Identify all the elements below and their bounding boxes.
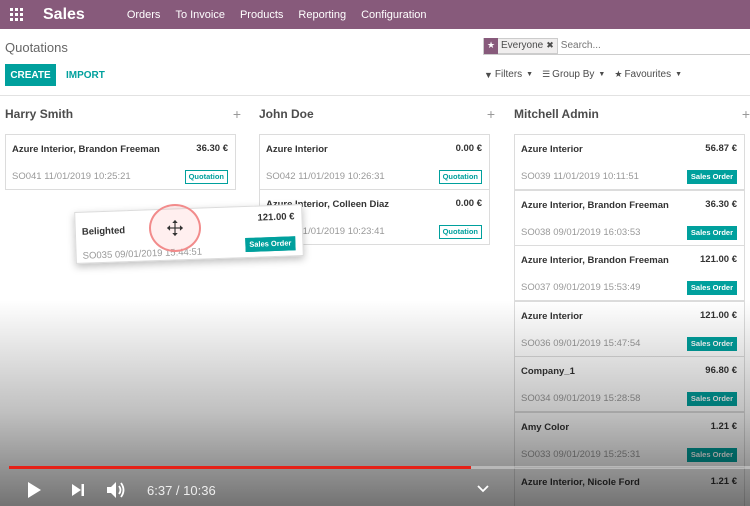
click-highlight [149, 204, 201, 252]
card-customer: Azure Interior [266, 144, 328, 155]
card-amount: 96.80 € [705, 365, 737, 376]
card-customer: Company_1 [521, 366, 575, 377]
volume-icon[interactable] [105, 479, 127, 501]
card-amount: 121.00 € [257, 211, 295, 224]
kanban-column-john-doe: John Doe + [259, 96, 495, 132]
plus-icon[interactable]: + [233, 106, 241, 122]
menu-products[interactable]: Products [240, 9, 283, 21]
column-title: John Doe [259, 107, 314, 121]
plus-icon[interactable]: + [742, 106, 750, 122]
status-badge: Quotation [438, 170, 482, 184]
star-icon: ★ [484, 37, 498, 54]
filter-icon: ▼ [484, 69, 493, 80]
card-reference: SO037 09/01/2019 15:53:49 [521, 282, 641, 293]
menu-to-invoice[interactable]: To Invoice [175, 9, 225, 21]
top-navbar: Sales Orders To Invoice Products Reporti… [0, 0, 750, 29]
card-reference: SO038 09/01/2019 16:03:53 [521, 227, 641, 238]
import-button[interactable]: IMPORT [66, 64, 105, 86]
plus-icon[interactable]: + [487, 106, 495, 122]
menu-reporting[interactable]: Reporting [298, 9, 346, 21]
card-amount: 121.00 € [700, 310, 737, 321]
card-reference: SO034 09/01/2019 15:28:58 [521, 393, 641, 404]
column-title: Harry Smith [5, 107, 74, 121]
card-reference: SO036 09/01/2019 15:47:54 [521, 338, 641, 349]
card-reference: SO039 11/01/2019 10:11:51 [521, 171, 639, 182]
search-input[interactable] [560, 40, 711, 51]
favourites-label: Favourites [624, 69, 672, 80]
create-button[interactable]: CREATE [5, 64, 56, 86]
card-customer: Azure Interior, Brandon Freeman [521, 200, 669, 211]
apps-grid-icon[interactable] [4, 3, 28, 27]
filters-dropdown[interactable]: ▼ Filters ▼ [484, 69, 533, 80]
groupby-dropdown[interactable]: ☰ Group By ▼ [542, 69, 605, 80]
kanban-card[interactable]: Azure Interior 121.00 € SO036 09/01/2019… [514, 301, 745, 357]
menu-orders[interactable]: Orders [127, 9, 161, 21]
play-icon[interactable] [23, 479, 45, 501]
app-brand[interactable]: Sales [43, 6, 85, 24]
status-badge: Quotation [184, 170, 228, 184]
status-badge: Sales Order [686, 448, 737, 462]
status-badge: Sales Order [686, 226, 737, 240]
filters-label: Filters [494, 69, 523, 80]
chevron-down-icon[interactable] [477, 480, 489, 498]
caret-down-icon: ▼ [598, 71, 606, 78]
move-cursor-icon [166, 219, 184, 237]
card-amount: 36.30 € [705, 199, 737, 210]
column-header: Mitchell Admin + [514, 96, 750, 132]
video-progress-bar[interactable] [9, 466, 750, 469]
card-amount: 0.00 € [455, 198, 482, 209]
menu-configuration[interactable]: Configuration [361, 9, 426, 21]
list-icon: ☰ [542, 69, 551, 79]
card-reference: SO041 11/01/2019 10:25:21 [12, 171, 131, 182]
kanban-column-harry-smith: Harry Smith + [5, 96, 241, 132]
remove-facet-icon[interactable]: ✖ [546, 40, 557, 51]
card-customer: Azure Interior [521, 311, 583, 322]
video-time: 6:37 / 10:36 [147, 482, 216, 498]
video-progress-fill [9, 466, 472, 469]
caret-down-icon: ▼ [526, 71, 534, 78]
status-badge: Sales Order [686, 170, 737, 184]
card-customer: Azure Interior, Brandon Freeman [12, 144, 160, 155]
kanban-card[interactable]: Azure Interior 56.87 € SO039 11/01/2019 … [514, 134, 745, 190]
caret-down-icon: ▼ [675, 71, 683, 78]
kanban-card[interactable]: Azure Interior 0.00 € SO042 11/01/2019 1… [259, 134, 490, 190]
card-amount: 0.00 € [455, 143, 482, 154]
kanban-card[interactable]: Amy Color 1.21 € SO033 09/01/2019 15:25:… [514, 412, 745, 468]
search-box[interactable]: ★ Everyone ✖ [483, 37, 750, 55]
column-header: John Doe + [259, 96, 495, 132]
card-customer: Azure Interior [521, 144, 583, 155]
card-amount: 121.00 € [700, 254, 737, 265]
status-badge: Sales Order [686, 337, 737, 351]
kanban-card[interactable]: Azure Interior, Brandon Freeman 36.30 € … [514, 190, 745, 246]
card-reference: SO042 11/01/2019 10:26:31 [266, 171, 385, 182]
card-amount: 1.21 € [710, 421, 737, 432]
card-customer: Azure Interior, Brandon Freeman [521, 255, 669, 266]
video-controls: 6:37 / 10:36 [0, 474, 750, 506]
card-amount: 36.30 € [196, 143, 228, 154]
kanban-card[interactable]: Azure Interior, Brandon Freeman 36.30 € … [5, 134, 236, 190]
facet-label: Everyone [501, 40, 544, 51]
kanban-column-mitchell-admin: Mitchell Admin + [514, 96, 750, 132]
next-icon[interactable] [67, 479, 89, 501]
status-badge: Sales Order [686, 281, 737, 295]
column-title: Mitchell Admin [514, 107, 599, 121]
card-reference: SO033 09/01/2019 15:25:31 [521, 449, 641, 460]
kanban-card[interactable]: Azure Interior, Brandon Freeman 121.00 €… [514, 245, 745, 301]
kanban-card[interactable]: Company_1 96.80 € SO034 09/01/2019 15:28… [514, 356, 745, 412]
card-customer: Amy Color [521, 422, 570, 433]
card-customer: Belighted [81, 225, 126, 238]
card-amount: 56.87 € [705, 143, 737, 154]
status-badge: Quotation [438, 225, 482, 239]
status-badge: Sales Order [245, 236, 296, 253]
page-title: Quotations [5, 40, 68, 55]
search-facet[interactable]: ★ Everyone ✖ [483, 37, 558, 54]
status-badge: Sales Order [686, 392, 737, 406]
search-options: ▼ Filters ▼ ☰ Group By ▼ ★ Favourites ▼ [484, 69, 691, 80]
star-icon: ★ [614, 69, 623, 79]
column-header: Harry Smith + [5, 96, 241, 132]
favourites-dropdown[interactable]: ★ Favourites ▼ [614, 69, 682, 80]
groupby-label: Group By [552, 69, 595, 80]
